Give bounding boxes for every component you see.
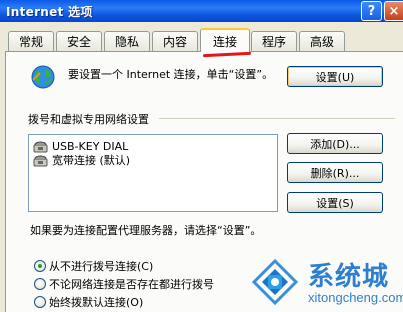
tab-connections[interactable]: 连接 (200, 28, 250, 52)
watermark-name: 系统城 (308, 262, 390, 292)
delete-button[interactable]: 删除(R)... (287, 162, 383, 183)
radio-button[interactable] (34, 278, 46, 290)
dialup-phone-icon (33, 141, 48, 152)
radio-never-dial[interactable]: 从不进行拨号连接(C) (34, 259, 153, 273)
add-button[interactable]: 添加(D)... (287, 133, 383, 154)
setup-button[interactable]: 设置(U) (287, 66, 383, 87)
globe-icon (31, 65, 55, 89)
list-item[interactable]: 宽带连接 (默认) (33, 153, 130, 167)
radio-label: 不论网络连接是否存在都进行拨号 (49, 278, 214, 291)
close-button[interactable]: × (384, 1, 403, 21)
radio-dial-when-no-network[interactable]: 不论网络连接是否存在都进行拨号 (34, 277, 214, 291)
list-item[interactable]: USB-KEY DIAL (33, 139, 128, 153)
tab-general[interactable]: 常规 (8, 31, 54, 51)
group-divider (159, 118, 395, 119)
tab-privacy[interactable]: 隐私 (104, 31, 150, 51)
list-item-label: 宽带连接 (默认) (52, 154, 131, 167)
tab-programs[interactable]: 程序 (251, 31, 297, 51)
window-title: Internet 选项 (6, 5, 93, 19)
tab-content[interactable]: 内容 (152, 31, 198, 51)
title-bar: Internet 选项 ? × (0, 0, 403, 22)
proxy-instructions: 如果要为连接配置代理服务器，请选择“设置”。 (30, 224, 262, 237)
help-button[interactable]: ? (361, 1, 382, 21)
radio-button[interactable] (34, 296, 46, 308)
list-item-label: USB-KEY DIAL (52, 139, 129, 153)
dialup-group-label: 拨号和虚拟专用网络设置 (28, 111, 153, 127)
tab-advanced[interactable]: 高级 (299, 31, 345, 51)
settings-button[interactable]: 设置(S) (287, 192, 383, 213)
radio-label: 始终拨默认连接(O) (49, 296, 144, 309)
watermark-logo-icon (251, 258, 299, 306)
dialup-phone-icon (33, 155, 48, 166)
radio-label: 从不进行拨号连接(C) (49, 260, 154, 273)
tab-strip: 常规 安全 隐私 内容 连接 程序 高级 (0, 22, 403, 58)
connections-list[interactable]: USB-KEY DIAL 宽带连接 (默认) (28, 134, 278, 212)
tab-security[interactable]: 安全 (56, 31, 102, 51)
watermark-url: xitongcheng.com (308, 290, 403, 305)
setup-instructions: 要设置一个 Internet 连接，单击“设置”。 (68, 68, 274, 81)
radio-button[interactable] (34, 260, 46, 272)
radio-always-dial[interactable]: 始终拨默认连接(O) (34, 295, 143, 309)
